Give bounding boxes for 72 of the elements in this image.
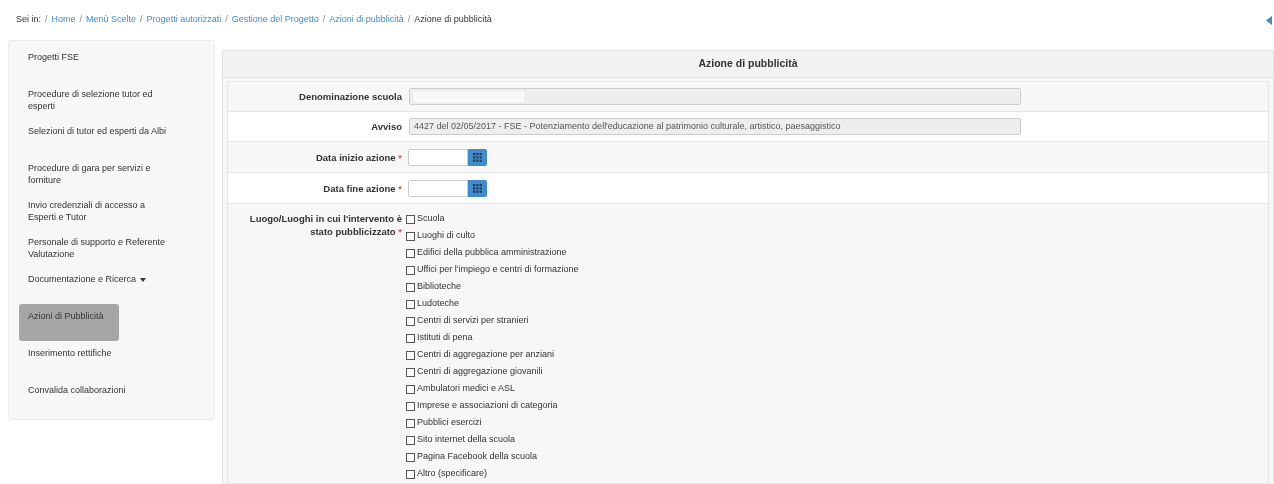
checkbox-label: Centri di aggregazione per anziani: [417, 348, 555, 362]
field-label: Denominazione scuola: [299, 90, 402, 103]
checkbox[interactable]: [406, 384, 415, 394]
checkbox[interactable]: [406, 316, 415, 326]
checkbox[interactable]: [406, 333, 415, 343]
field-label: Avviso: [371, 120, 402, 133]
checkbox-label: Sito internet della scuola: [417, 433, 516, 447]
field-label: Data inizio azione *: [315, 150, 402, 164]
breadcrumb-separator: /: [78, 13, 84, 27]
breadcrumb-link[interactable]: Progetti autorizzati: [146, 13, 222, 27]
checkbox-label: Luoghi di culto: [417, 229, 476, 243]
field-label: Data fine azione *: [323, 181, 402, 195]
checkbox-label: Pubblici esercizi: [417, 416, 482, 430]
calendar-grid-icon: [473, 183, 482, 193]
checkbox[interactable]: [406, 214, 415, 224]
checkbox-label: Istituti di pena: [417, 331, 473, 345]
checkbox-label: Ambulatori medici e ASL: [417, 382, 516, 396]
checkbox-label: Biblioteche: [417, 280, 462, 294]
sidebar-item[interactable]: Inserimento rettifiche: [19, 341, 184, 378]
sidebar-item[interactable]: Procedure di gara per servizi e forniture: [19, 156, 184, 193]
breadcrumb-link[interactable]: Home: [51, 13, 76, 27]
checkbox[interactable]: [406, 401, 415, 411]
required-asterisk: *: [397, 182, 402, 194]
field-label: Luogo/Luoghi in cui l'intervento è stato pubblicizzato *: [248, 212, 402, 238]
breadcrumb-separator: /: [321, 13, 327, 27]
breadcrumb-link[interactable]: Gestione del Progetto: [231, 13, 319, 27]
breadcrumb-prefix: Sei in:: [16, 13, 41, 27]
sidebar-item[interactable]: Selezioni di tutor ed esperti da Albi: [19, 119, 184, 156]
checkbox[interactable]: [406, 248, 415, 258]
checkbox[interactable]: [406, 231, 415, 241]
breadcrumb-link[interactable]: Menù Scelte: [86, 13, 137, 27]
checkbox[interactable]: [406, 435, 415, 445]
readonly-field: 4427 del 02/05/2017 - FSE - Potenziamento dell'educazione al patrimonio culturale, artistico, paesaggistico: [409, 118, 1021, 135]
checkbox[interactable]: [406, 350, 415, 360]
checkbox[interactable]: [406, 452, 415, 462]
breadcrumb-separator: /: [224, 13, 229, 27]
sidebar-item[interactable]: Procedure di selezione tutor ed esperti: [19, 82, 184, 119]
sidebar-item[interactable]: Convalida collaborazioni: [19, 378, 184, 415]
sidebar-item[interactable]: Azioni di Pubblicità: [19, 304, 119, 341]
checkbox-label: Ludoteche: [417, 297, 460, 311]
breadcrumb-separator: /: [44, 13, 49, 27]
checkbox[interactable]: [406, 367, 415, 377]
calendar-grid-icon: [473, 152, 482, 162]
checkbox-label: Centri di servizi per stranieri: [417, 314, 529, 328]
checkbox[interactable]: [406, 469, 415, 479]
breadcrumb-separator: /: [406, 13, 412, 27]
sidebar-item[interactable]: Personale di supporto e Referente Valutazione: [19, 230, 184, 267]
checkbox-label: Pagina Facebook della scuola: [417, 450, 538, 464]
required-asterisk: *: [397, 151, 402, 163]
calendar-button[interactable]: [468, 179, 487, 197]
checkbox-label: Scuola: [417, 212, 445, 226]
required-asterisk: *: [397, 226, 402, 237]
collapse-arrow-icon: [1266, 16, 1272, 25]
checkbox[interactable]: [406, 265, 415, 275]
checkbox-label: Edifici della pubblica amministrazione: [417, 246, 567, 260]
sidebar-item[interactable]: Documentazione e Ricerca: [19, 267, 184, 304]
checkbox-label: Uffici per l'impiego e centri di formazione: [417, 263, 579, 277]
checkbox[interactable]: [406, 418, 415, 428]
breadcrumb-separator: /: [139, 13, 144, 27]
checkbox[interactable]: [406, 299, 415, 309]
checkbox[interactable]: [406, 282, 415, 292]
date-field[interactable]: [408, 148, 468, 166]
breadcrumb-current: Azione di pubblicità: [414, 13, 492, 27]
checkbox-label: Imprese e associazioni di categoria: [417, 399, 558, 413]
checkbox-label: Centri di aggregazione giovanili: [417, 365, 543, 379]
sidebar-item[interactable]: Progetti FSE: [19, 45, 184, 82]
form-title: Azione di pubblicità: [698, 56, 798, 72]
breadcrumb-link[interactable]: Azioni di pubblicità: [329, 13, 404, 27]
calendar-button[interactable]: [468, 148, 487, 166]
date-field[interactable]: [408, 179, 468, 197]
sidebar-item[interactable]: Invio credenziali di accesso a Esperti e Tutor: [19, 193, 184, 230]
checkbox-label: Altro (specificare): [417, 467, 488, 481]
